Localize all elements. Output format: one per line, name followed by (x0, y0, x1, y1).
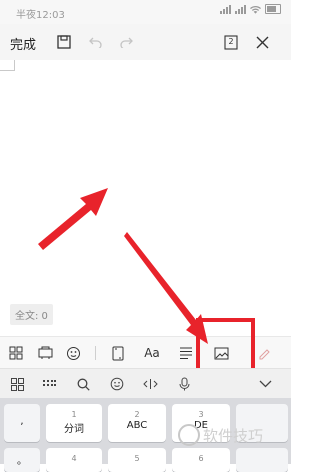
key-period[interactable]: 。 (4, 448, 40, 472)
keypad-icon[interactable] (40, 375, 58, 393)
microphone-icon[interactable] (175, 375, 193, 393)
keyboard-toolbar (0, 368, 291, 399)
key-5[interactable]: 5 (108, 448, 166, 472)
watermark: 软件技巧 (178, 424, 263, 446)
key-1[interactable]: 1 分词 (46, 404, 102, 442)
key-side[interactable] (236, 448, 288, 472)
key-4[interactable]: 4 (46, 448, 102, 472)
emoji-keyboard-icon[interactable] (108, 375, 126, 393)
search-icon[interactable] (74, 375, 92, 393)
key-2[interactable]: 2 ABC (108, 404, 166, 442)
cursor-move-icon[interactable] (141, 375, 159, 393)
watermark-text: 软件技巧 (203, 426, 264, 445)
arrow-up-left (38, 188, 108, 250)
key-6[interactable]: 6 (172, 448, 230, 472)
arrow-down-right (124, 232, 208, 344)
watermark-logo-icon (178, 424, 200, 446)
chevron-down-icon[interactable] (256, 375, 274, 393)
keyboard-apps-icon[interactable] (8, 375, 26, 393)
key-comma[interactable]: , (4, 404, 40, 442)
